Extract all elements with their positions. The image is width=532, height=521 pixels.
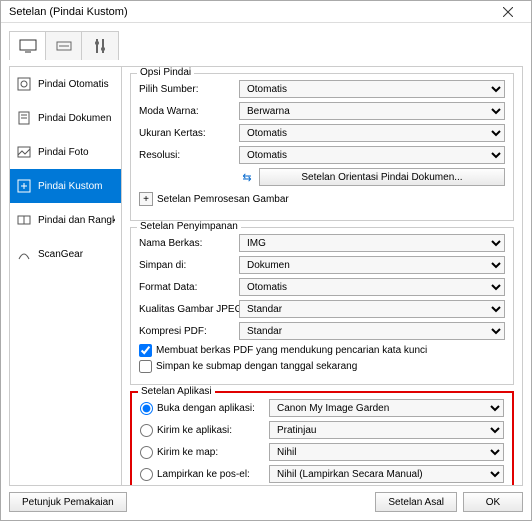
source-label: Pilih Sumber: <box>139 84 239 95</box>
close-icon <box>503 7 513 17</box>
top-tabs <box>9 31 119 60</box>
stitch-icon <box>16 212 32 228</box>
date-subfolder-label: Simpan ke submap dengan tanggal sekarang <box>156 361 357 372</box>
filename-select[interactable]: IMG <box>239 234 505 252</box>
help-button[interactable]: Petunjuk Pemakaian <box>9 492 127 512</box>
defaults-button[interactable]: Setelan Asal <box>375 492 457 512</box>
group-title: Opsi Pindai <box>137 67 194 78</box>
send-app-select[interactable]: Pratinjau <box>269 421 504 439</box>
open-with-label: Buka dengan aplikasi: <box>157 403 269 414</box>
resolution-label: Resolusi: <box>139 150 239 161</box>
image-processing-label: Setelan Pemrosesan Gambar <box>157 194 289 205</box>
content-pane: Opsi Pindai Pilih Sumber: Otomatis Moda … <box>122 67 522 485</box>
format-label: Format Data: <box>139 282 239 293</box>
tools-icon <box>93 38 107 54</box>
group-title: Setelan Penyimpanan <box>137 221 241 232</box>
sidebar-item-custom[interactable]: Pindai Kustom <box>10 169 121 203</box>
expand-icon[interactable]: + <box>139 192 153 206</box>
document-icon <box>16 110 32 126</box>
settings-dialog: Setelan (Pindai Kustom) <box>0 0 532 521</box>
sidebar-item-label: Pindai Dokumen <box>38 113 111 124</box>
send-folder-select[interactable]: Nihil <box>269 443 504 461</box>
format-select[interactable]: Otomatis <box>239 278 505 296</box>
date-subfolder-checkbox[interactable] <box>139 360 152 373</box>
sidebar-item-photo[interactable]: Pindai Foto <box>10 135 121 169</box>
save-settings-group: Setelan Penyimpanan Nama Berkas: IMG Sim… <box>130 227 514 385</box>
paper-select[interactable]: Otomatis <box>239 124 505 142</box>
source-select[interactable]: Otomatis <box>239 80 505 98</box>
send-app-radio[interactable] <box>140 424 153 437</box>
scanner-icon <box>55 39 73 53</box>
window-title: Setelan (Pindai Kustom) <box>9 6 128 18</box>
filename-label: Nama Berkas: <box>139 238 239 249</box>
sidebar-item-label: Pindai Foto <box>38 147 89 158</box>
sidebar-item-label: Pindai Otomatis <box>38 79 109 90</box>
orientation-button[interactable]: Setelan Orientasi Pindai Dokumen... <box>259 168 505 186</box>
tab-scan-from-pc[interactable] <box>10 32 46 60</box>
send-folder-radio[interactable] <box>140 446 153 459</box>
sidebar-item-scangear[interactable]: ScanGear <box>10 237 121 271</box>
scan-options-group: Opsi Pindai Pilih Sumber: Otomatis Moda … <box>130 73 514 221</box>
tab-general[interactable] <box>82 32 118 60</box>
photo-icon <box>16 144 32 160</box>
sidebar-item-label: Pindai Kustom <box>38 181 102 192</box>
jpeg-select[interactable]: Standar <box>239 300 505 318</box>
color-label: Moda Warna: <box>139 106 239 117</box>
pdf-keyword-checkbox[interactable] <box>139 344 152 357</box>
saveto-label: Simpan di: <box>139 260 239 271</box>
close-button[interactable] <box>493 3 523 21</box>
sidebar-item-auto[interactable]: Pindai Otomatis <box>10 67 121 101</box>
ok-button[interactable]: OK <box>463 492 523 512</box>
attach-email-label: Lampirkan ke pos-el: <box>157 469 269 480</box>
sidebar-item-label: ScanGear <box>38 249 83 260</box>
footer: Petunjuk Pemakaian Setelan Asal OK <box>9 486 523 512</box>
sidebar-item-document[interactable]: Pindai Dokumen <box>10 101 121 135</box>
send-app-label: Kirim ke aplikasi: <box>157 425 269 436</box>
group-title: Setelan Aplikasi <box>138 386 215 397</box>
resolution-select[interactable]: Otomatis <box>239 146 505 164</box>
jpeg-label: Kualitas Gambar JPEG: <box>139 304 239 315</box>
tab-scan-from-panel[interactable] <box>46 32 82 60</box>
send-folder-label: Kirim ke map: <box>157 447 269 458</box>
sidebar: Pindai Otomatis Pindai Dokumen Pindai Fo… <box>10 67 122 485</box>
open-with-radio[interactable] <box>140 402 153 415</box>
attach-email-select[interactable]: Nihil (Lampirkan Secara Manual) <box>269 465 504 483</box>
pdf-keyword-label: Membuat berkas PDF yang mendukung pencar… <box>156 345 427 356</box>
open-with-select[interactable]: Canon My Image Garden <box>269 399 504 417</box>
app-settings-group: Setelan Aplikasi Buka dengan aplikasi: C… <box>130 391 514 485</box>
sidebar-item-stitch[interactable]: Pindai dan Rangkai <box>10 203 121 237</box>
monitor-icon <box>19 39 37 53</box>
titlebar: Setelan (Pindai Kustom) <box>1 1 531 23</box>
sidebar-item-label: Pindai dan Rangkai <box>38 215 115 226</box>
saveto-select[interactable]: Dokumen <box>239 256 505 274</box>
swap-icon[interactable]: ⇆ <box>239 171 255 184</box>
scangear-icon <box>16 246 32 262</box>
pdf-select[interactable]: Standar <box>239 322 505 340</box>
color-select[interactable]: Berwarna <box>239 102 505 120</box>
pdf-label: Kompresi PDF: <box>139 326 239 337</box>
paper-label: Ukuran Kertas: <box>139 128 239 139</box>
auto-scan-icon <box>16 76 32 92</box>
attach-email-radio[interactable] <box>140 468 153 481</box>
custom-scan-icon <box>16 178 32 194</box>
